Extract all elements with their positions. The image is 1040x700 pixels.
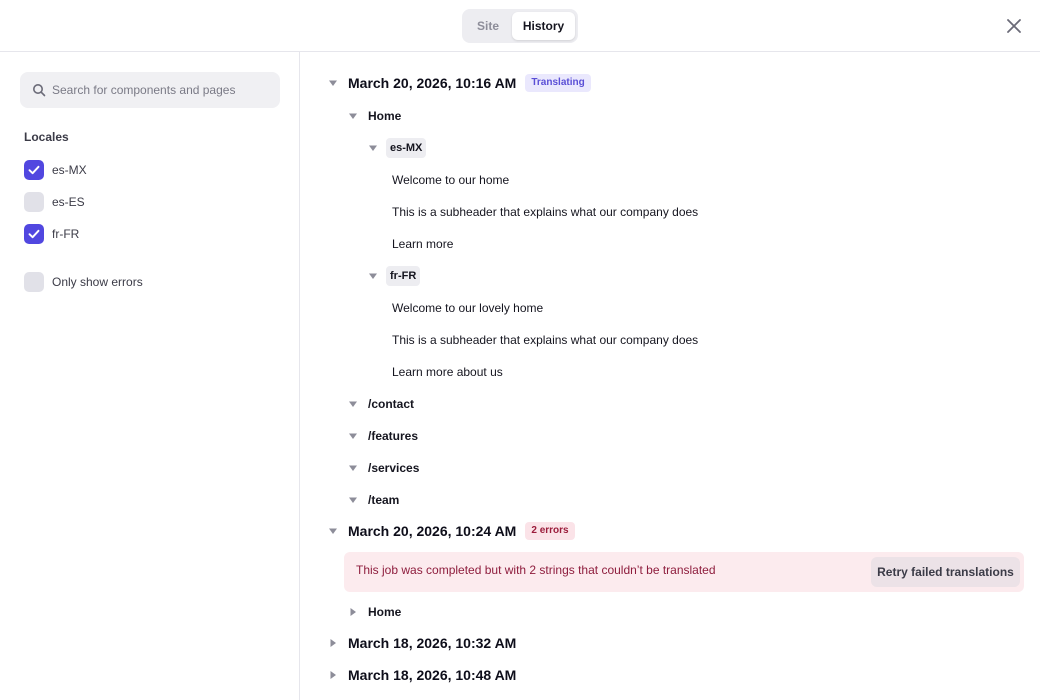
page-label: Home [368, 605, 402, 619]
translated-string: Welcome to our home [392, 173, 510, 187]
error-banner: This job was completed but with 2 string… [344, 552, 1024, 592]
translated-string: Learn more about us [392, 365, 503, 379]
top-bar: Site History [0, 0, 1040, 52]
caret-down-icon[interactable] [348, 399, 358, 409]
locale-checkbox-es-es[interactable]: es-ES [24, 192, 85, 212]
job-title: March 18, 2026, 10:32 AM [348, 635, 517, 651]
checkbox-unchecked[interactable] [24, 272, 44, 292]
caret-down-icon[interactable] [348, 495, 358, 505]
locale-label: es-MX [52, 163, 87, 177]
locale-label: fr-FR [52, 227, 80, 241]
checkbox-checked[interactable] [24, 160, 44, 180]
job-header[interactable]: March 18, 2026, 10:48 AM [328, 664, 516, 686]
locale-row-es-mx[interactable]: es-MX [368, 137, 427, 159]
checkbox-unchecked[interactable] [24, 192, 44, 212]
close-icon[interactable] [1004, 16, 1024, 36]
caret-down-icon[interactable] [368, 271, 378, 281]
locale-chip: es-MX [386, 138, 427, 158]
job-title: March 20, 2026, 10:24 AM [348, 523, 517, 539]
locale-checkbox-fr-fr[interactable]: fr-FR [24, 224, 79, 244]
caret-right-icon[interactable] [348, 607, 358, 617]
error-badge: 2 errors [525, 522, 575, 540]
checkbox-checked[interactable] [24, 224, 44, 244]
error-message: This job was completed but with 2 string… [356, 563, 716, 577]
page-row-contact[interactable]: /contact [348, 393, 414, 415]
locale-checkbox-es-mx[interactable]: es-MX [24, 160, 87, 180]
job-title: March 20, 2026, 10:16 AM [348, 75, 517, 91]
history-panel: March 20, 2026, 10:16 AM Translating Hom… [300, 52, 1040, 700]
page-label: Home [368, 109, 402, 123]
only-errors-toggle[interactable]: Only show errors [24, 272, 143, 292]
caret-down-icon[interactable] [328, 78, 338, 88]
page-label: /features [368, 429, 419, 443]
page-row-services[interactable]: /services [348, 457, 419, 479]
locales-heading: Locales [24, 130, 69, 144]
tab-history[interactable]: History [512, 12, 575, 40]
page-label: /contact [368, 397, 415, 411]
locale-label: es-ES [52, 195, 85, 209]
caret-down-icon[interactable] [348, 463, 358, 473]
caret-down-icon[interactable] [348, 111, 358, 121]
page-row-home[interactable]: Home [348, 601, 401, 623]
job-title: March 18, 2026, 10:48 AM [348, 667, 517, 683]
view-switcher: Site History [462, 9, 578, 43]
caret-down-icon[interactable] [328, 526, 338, 536]
filters-sidebar: Locales es-MX es-ES fr-FR Only show erro… [0, 52, 300, 700]
page-row-team[interactable]: /team [348, 489, 399, 511]
status-badge: Translating [525, 74, 591, 92]
locale-row-fr-fr[interactable]: fr-FR [368, 265, 421, 287]
search-input[interactable] [52, 72, 272, 108]
translated-string: This is a subheader that explains what o… [392, 205, 699, 219]
translated-string: Welcome to our lovely home [392, 301, 544, 315]
page-label: /team [368, 493, 400, 507]
only-errors-label: Only show errors [52, 275, 143, 289]
locale-chip: fr-FR [386, 266, 421, 286]
search-icon [32, 83, 46, 97]
tab-site[interactable]: Site [465, 12, 511, 40]
caret-down-icon[interactable] [368, 143, 378, 153]
page-label: /services [368, 461, 420, 475]
job-header[interactable]: March 18, 2026, 10:32 AM [328, 632, 516, 654]
job-header[interactable]: March 20, 2026, 10:16 AM Translating [328, 72, 591, 94]
translated-string: This is a subheader that explains what o… [392, 333, 699, 347]
page-row-home[interactable]: Home [348, 105, 401, 127]
page-row-features[interactable]: /features [348, 425, 418, 447]
job-header[interactable]: March 20, 2026, 10:24 AM 2 errors [328, 520, 575, 542]
caret-down-icon[interactable] [348, 431, 358, 441]
caret-right-icon[interactable] [328, 638, 338, 648]
retry-failed-translations-button[interactable]: Retry failed translations [871, 557, 1020, 587]
caret-right-icon[interactable] [328, 670, 338, 680]
translated-string: Learn more [392, 237, 454, 251]
search-box [20, 72, 280, 108]
